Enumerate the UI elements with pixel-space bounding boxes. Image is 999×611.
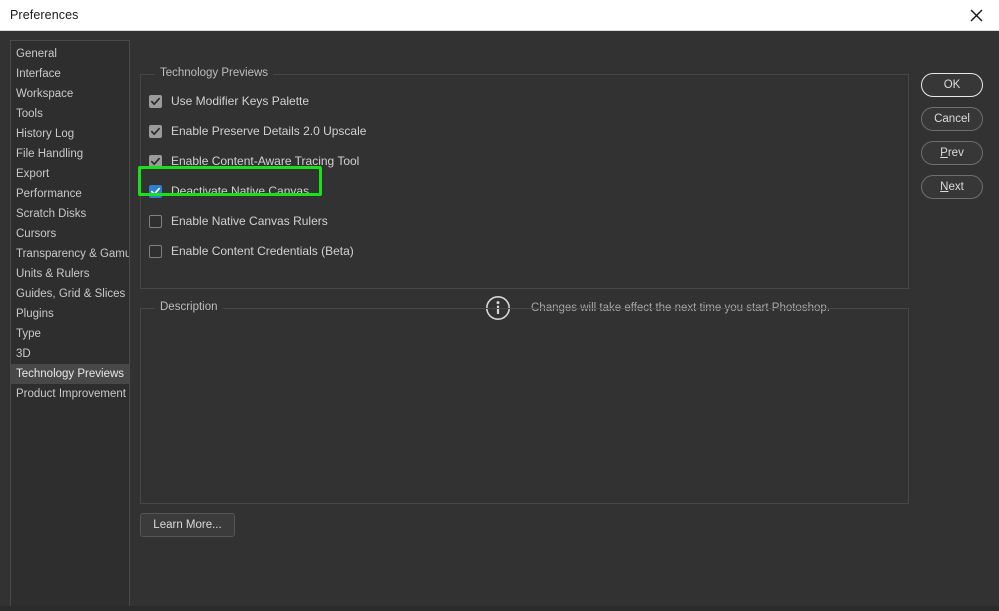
checkbox-label: Enable Preserve Details 2.0 Upscale — [171, 124, 367, 138]
next-button[interactable]: Next — [921, 175, 983, 199]
sidebar-item-label: File Handling — [16, 148, 84, 160]
sidebar-item-label: Technology Previews — [16, 368, 125, 380]
sidebar-item-technology-previews[interactable]: Technology Previews — [11, 364, 129, 384]
preferences-category-list[interactable]: General Interface Workspace Tools History Lo… — [10, 40, 130, 610]
technology-previews-group-title: Technology Previews — [155, 67, 274, 79]
sidebar-item-label: Guides, Grid & Slices — [16, 288, 126, 300]
dialog-body: General Interface Workspace Tools History Lo… — [0, 31, 999, 611]
sidebar-item-export[interactable]: Export — [11, 164, 129, 184]
prev-label-rest: rev — [947, 147, 964, 159]
cancel-button[interactable]: Cancel — [921, 107, 983, 131]
sidebar-item-plugins[interactable]: Plugins — [11, 304, 129, 324]
checkbox-row-deactivate-native-canvas[interactable]: Deactivate Native Canvas — [149, 181, 309, 201]
sidebar-item-label: Performance — [16, 188, 82, 200]
checkbox-label: Deactivate Native Canvas — [171, 184, 310, 198]
sidebar-item-3d[interactable]: 3D — [11, 344, 129, 364]
ok-button[interactable]: OK — [921, 73, 983, 97]
checkbox-label: Enable Native Canvas Rulers — [171, 214, 328, 228]
sidebar-item-scratch-disks[interactable]: Scratch Disks — [11, 204, 129, 224]
sidebar-item-label: Type — [16, 328, 41, 340]
sidebar-item-label: History Log — [16, 128, 75, 140]
checkbox-row-enable-content-credentials-beta[interactable]: Enable Content Credentials (Beta) — [149, 241, 354, 261]
checkbox-unchecked-icon[interactable] — [149, 244, 162, 258]
checkbox-label: Use Modifier Keys Palette — [171, 94, 310, 108]
technology-previews-group: Technology Previews Use Modifier Keys Pa… — [140, 67, 909, 320]
learn-more-button[interactable]: Learn More... — [140, 513, 235, 537]
close-icon[interactable] — [953, 0, 999, 30]
preferences-dialog: Preferences General Interface Workspace Too… — [0, 0, 999, 611]
sidebar-item-units-rulers[interactable]: Units & Rulers — [11, 264, 129, 284]
sidebar-item-history-log[interactable]: History Log — [11, 124, 129, 144]
sidebar-item-label: Product Improvement — [16, 388, 126, 400]
checkbox-row-enable-preserve-details-2-0-upscale[interactable]: Enable Preserve Details 2.0 Upscale — [149, 121, 366, 141]
description-body — [141, 309, 908, 337]
checkbox-checked-icon[interactable] — [149, 124, 162, 138]
checkbox-label: Enable Content-Aware Tracing Tool — [171, 154, 360, 168]
description-group: Description — [140, 301, 909, 504]
sidebar-item-workspace[interactable]: Workspace — [11, 84, 129, 104]
sidebar-item-type[interactable]: Type — [11, 324, 129, 344]
sidebar-item-label: Cursors — [16, 228, 57, 240]
sidebar-item-label: Scratch Disks — [16, 208, 87, 220]
checkbox-checked-icon[interactable] — [149, 154, 162, 168]
checkbox-checked-icon[interactable] — [149, 94, 162, 108]
window-bottom-edge — [0, 606, 999, 611]
checkbox-unchecked-icon[interactable] — [149, 214, 162, 228]
sidebar-item-label: 3D — [16, 348, 31, 360]
sidebar-item-label: Units & Rulers — [16, 268, 90, 280]
sidebar-item-guides-grid-slices[interactable]: Guides, Grid & Slices — [11, 284, 129, 304]
sidebar-item-label: Interface — [16, 68, 61, 80]
sidebar-item-label: Plugins — [16, 308, 54, 320]
sidebar-item-label: General — [16, 48, 57, 60]
sidebar-item-general[interactable]: General — [11, 44, 129, 64]
sidebar-item-label: Workspace — [16, 88, 74, 100]
sidebar-item-transparency-gamut[interactable]: Transparency & Gamut — [11, 244, 129, 264]
checkbox-label: Enable Content Credentials (Beta) — [171, 244, 354, 258]
checkbox-row-enable-content-aware-tracing-tool[interactable]: Enable Content-Aware Tracing Tool — [149, 151, 359, 171]
sidebar-item-label: Transparency & Gamut — [16, 248, 129, 260]
sidebar-item-tools[interactable]: Tools — [11, 104, 129, 124]
description-group-title: Description — [155, 301, 223, 313]
checkbox-checked-icon[interactable] — [149, 184, 162, 198]
prev-accel-letter: P — [940, 147, 948, 159]
window-title: Preferences — [10, 8, 79, 22]
sidebar-item-product-improvement[interactable]: Product Improvement — [11, 384, 129, 404]
sidebar-item-label: Export — [16, 168, 50, 180]
title-bar: Preferences — [0, 0, 999, 31]
next-label-rest: ext — [948, 181, 964, 193]
checkbox-row-use-modifier-keys-palette[interactable]: Use Modifier Keys Palette — [149, 91, 309, 111]
sidebar-item-interface[interactable]: Interface — [11, 64, 129, 84]
sidebar-item-label: Tools — [16, 108, 43, 120]
prev-button[interactable]: Prev — [921, 141, 983, 165]
sidebar-item-cursors[interactable]: Cursors — [11, 224, 129, 244]
checkbox-row-enable-native-canvas-rulers[interactable]: Enable Native Canvas Rulers — [149, 211, 328, 231]
sidebar-item-file-handling[interactable]: File Handling — [11, 144, 129, 164]
sidebar-item-performance[interactable]: Performance — [11, 184, 129, 204]
